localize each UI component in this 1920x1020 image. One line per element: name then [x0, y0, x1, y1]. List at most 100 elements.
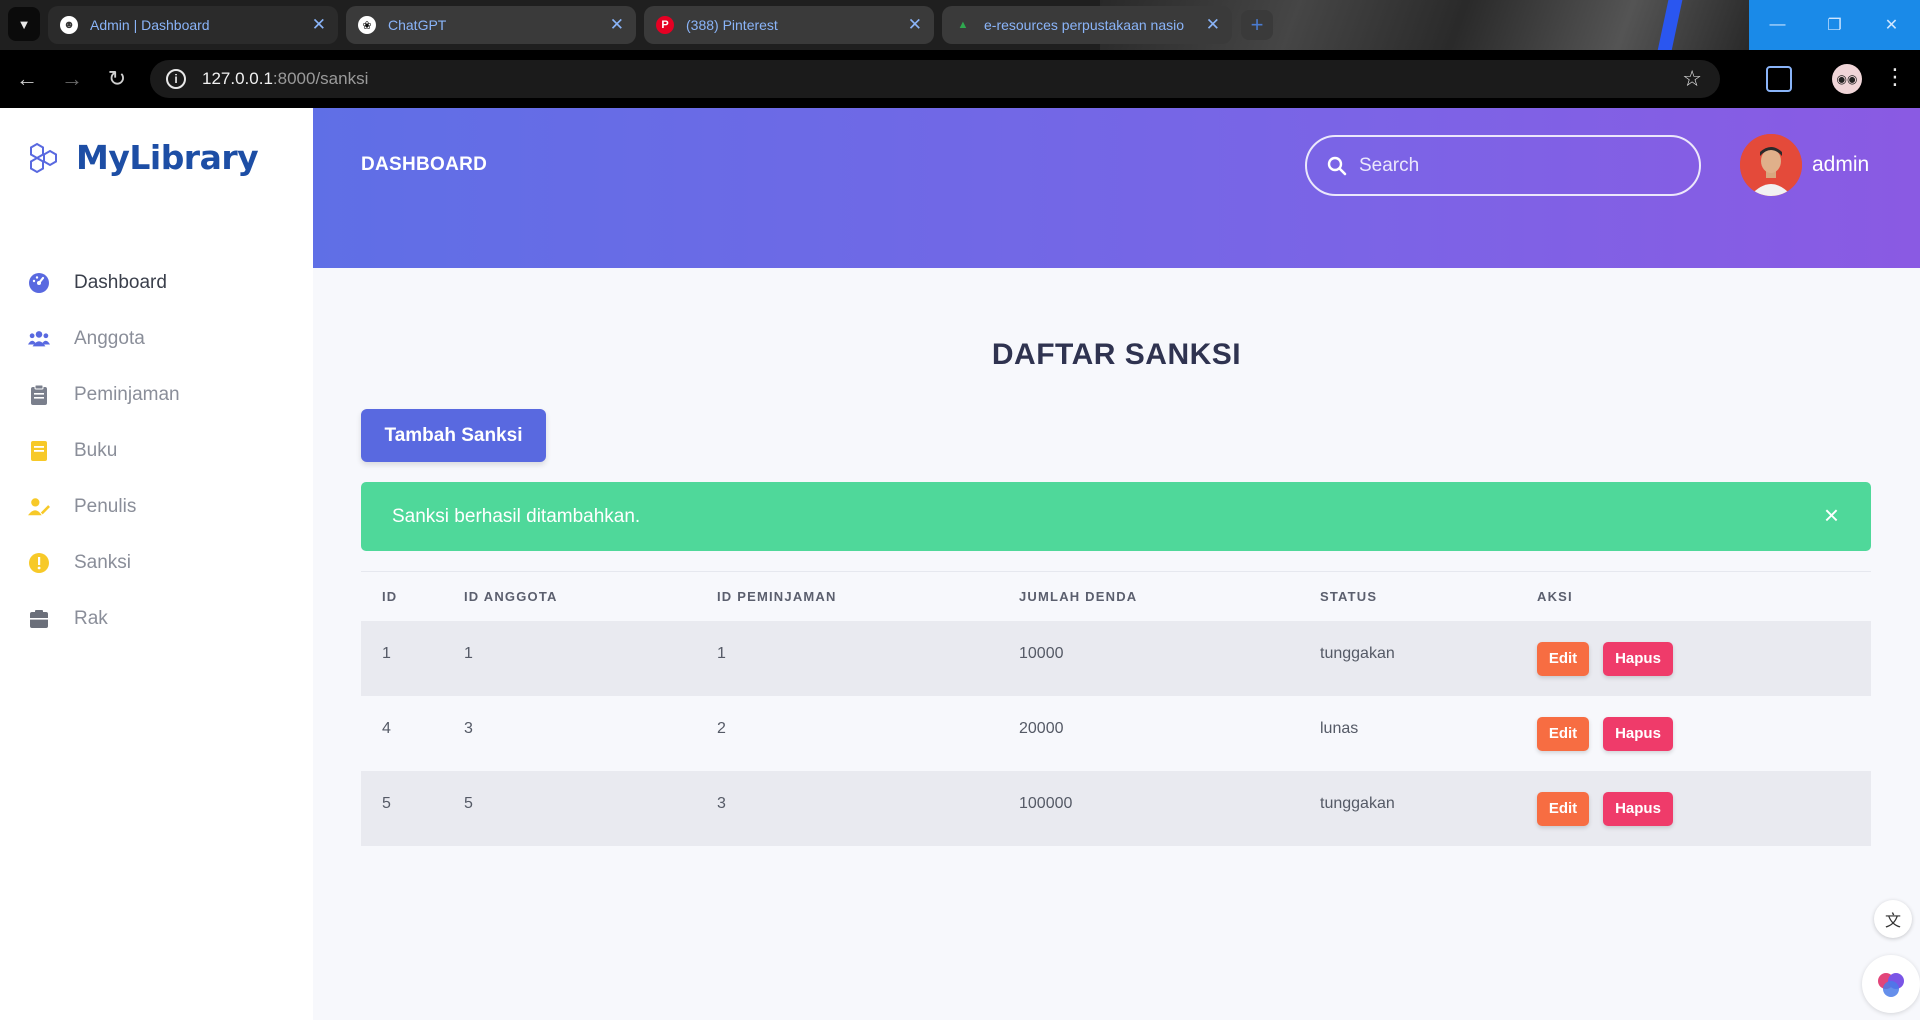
- sidebar-item-label: Sanksi: [74, 552, 132, 573]
- bookmark-star-icon[interactable]: ☆: [1682, 66, 1702, 92]
- warning-icon: [28, 552, 50, 574]
- address-bar[interactable]: i 127.0.0.1:8000/sanksi ☆: [150, 60, 1720, 98]
- search-box[interactable]: [1305, 135, 1701, 196]
- table-row: 4 3 2 20000 lunas Edit Hapus: [361, 696, 1871, 771]
- cell-id: 5: [382, 794, 391, 812]
- cell-status: tunggakan: [1320, 794, 1395, 812]
- delete-button[interactable]: Hapus: [1603, 716, 1673, 751]
- book-icon: [28, 440, 50, 462]
- cell-status: tunggakan: [1320, 644, 1395, 662]
- sidebar-item-rak[interactable]: Rak: [28, 591, 180, 647]
- minimize-button[interactable]: —: [1749, 0, 1806, 50]
- brand-logo[interactable]: MyLibrary: [28, 138, 259, 177]
- sidebar-item-label: Buku: [74, 440, 118, 461]
- search-input[interactable]: [1359, 154, 1659, 177]
- column-header-status: STATUS: [1320, 589, 1378, 604]
- brand-name: MyLibrary: [76, 138, 259, 177]
- username[interactable]: admin: [1812, 153, 1869, 177]
- sidebar-item-penulis[interactable]: Penulis: [28, 479, 180, 535]
- cell-actions: Edit Hapus: [1537, 716, 1871, 751]
- page-title: DAFTAR SANKSI: [991, 338, 1242, 371]
- chatgpt-favicon-icon: ❀: [358, 16, 376, 34]
- sanksi-table: ID ID ANGGOTA ID PEMINJAMAN JUMLAH DENDA…: [361, 571, 1871, 846]
- sidebar-item-buku[interactable]: Buku: [28, 423, 180, 479]
- browser-menu-icon[interactable]: ⋮: [1884, 64, 1906, 90]
- tab-title: (388) Pinterest: [686, 17, 778, 33]
- edit-button[interactable]: Edit: [1537, 791, 1589, 826]
- cell-id-peminjaman: 3: [717, 794, 726, 812]
- back-button[interactable]: ←: [12, 64, 42, 94]
- tab-title: ChatGPT: [388, 17, 447, 33]
- edit-button[interactable]: Edit: [1537, 641, 1589, 676]
- sidebar-item-sanksi[interactable]: Sanksi: [28, 535, 180, 591]
- column-header-aksi: AKSI: [1537, 589, 1573, 604]
- close-icon[interactable]: ✕: [1206, 15, 1220, 35]
- sidebar-item-anggota[interactable]: Anggota: [28, 311, 180, 367]
- tab-chatgpt[interactable]: ❀ ChatGPT ✕: [346, 6, 636, 44]
- delete-button[interactable]: Hapus: [1603, 641, 1673, 676]
- search-icon: [1327, 156, 1347, 175]
- e-resources-favicon-icon: ▲: [957, 19, 969, 31]
- hexagons-logo-icon: [30, 142, 57, 173]
- forward-button[interactable]: →: [57, 64, 87, 94]
- url-host: 127.0.0.1: [202, 69, 273, 88]
- cell-actions: Edit Hapus: [1537, 791, 1871, 826]
- add-sanksi-button[interactable]: Tambah Sanksi: [361, 409, 546, 462]
- main-content: DAFTAR SANKSI Tambah Sanksi Sanksi berha…: [313, 268, 1920, 1020]
- edit-button[interactable]: Edit: [1537, 716, 1589, 751]
- author-icon: [28, 496, 50, 518]
- sidebar-item-label: Penulis: [74, 496, 137, 517]
- sidebar-item-peminjaman[interactable]: Peminjaman: [28, 367, 180, 423]
- dashboard-icon: [28, 272, 50, 294]
- clipboard-icon: [28, 384, 50, 406]
- table-header: ID ID ANGGOTA ID PEMINJAMAN JUMLAH DENDA…: [361, 571, 1871, 621]
- cell-id: 4: [382, 719, 391, 737]
- cell-id-anggota: 5: [464, 794, 473, 812]
- delete-button[interactable]: Hapus: [1603, 791, 1673, 826]
- tab-admin-dashboard[interactable]: ☻ Admin | Dashboard ✕: [48, 6, 338, 44]
- sidebar-nav: Dashboard Anggota Peminjaman Buku Penuli…: [28, 255, 180, 647]
- sidebar-item-label: Rak: [74, 608, 108, 629]
- profile-avatar[interactable]: ◉◉: [1832, 64, 1862, 94]
- close-icon: ✕: [1884, 17, 1899, 34]
- cell-id-peminjaman: 1: [717, 644, 726, 662]
- close-icon[interactable]: ×: [1824, 502, 1839, 528]
- close-icon[interactable]: ✕: [312, 15, 326, 35]
- close-icon[interactable]: ✕: [610, 15, 624, 35]
- restore-button[interactable]: ❐: [1806, 0, 1863, 50]
- cell-id: 1: [382, 644, 391, 662]
- avatar[interactable]: [1740, 134, 1802, 196]
- tab-title: e-resources perpustakaan nasio: [984, 17, 1185, 33]
- sidebar-item-label: Peminjaman: [74, 384, 180, 405]
- close-window-button[interactable]: ✕: [1863, 0, 1920, 50]
- reload-icon: ↻: [107, 66, 127, 91]
- extensions-icon[interactable]: [1766, 66, 1792, 92]
- column-header-id-peminjaman: ID PEMINJAMAN: [717, 589, 837, 604]
- success-alert: Sanksi berhasil ditambahkan. ×: [361, 482, 1871, 551]
- table-row: 5 5 3 100000 tunggakan Edit Hapus: [361, 771, 1871, 846]
- arrow-left-icon: ←: [16, 66, 38, 91]
- cell-jumlah-denda: 10000: [1019, 644, 1064, 662]
- info-icon[interactable]: i: [166, 69, 186, 89]
- tab-title: Admin | Dashboard: [90, 17, 210, 33]
- tab-search-button[interactable]: ▼: [8, 7, 40, 41]
- admin-favicon-icon: ☻: [60, 16, 78, 34]
- ai-assistant-icon[interactable]: [1862, 955, 1920, 1013]
- close-icon[interactable]: ✕: [908, 15, 922, 35]
- column-header-jumlah-denda: JUMLAH DENDA: [1019, 589, 1138, 604]
- users-icon: [28, 328, 50, 350]
- shelf-icon: [28, 608, 50, 630]
- translate-icon[interactable]: 文: [1874, 900, 1912, 938]
- top-header: DASHBOARD admin: [313, 108, 1920, 268]
- restore-icon: ❐: [1827, 17, 1842, 34]
- sidebar-item-dashboard[interactable]: Dashboard: [28, 255, 180, 311]
- new-tab-button[interactable]: +: [1241, 10, 1273, 40]
- tab-e-resources[interactable]: ▲ e-resources perpustakaan nasio ✕: [942, 6, 1232, 44]
- header-title: DASHBOARD: [361, 154, 488, 175]
- pinterest-favicon-icon: P: [656, 16, 674, 34]
- cell-id-anggota: 3: [464, 719, 473, 737]
- minimize-icon: —: [1769, 16, 1786, 33]
- tab-pinterest[interactable]: P (388) Pinterest ✕: [644, 6, 934, 44]
- reload-button[interactable]: ↻: [102, 64, 132, 94]
- sidebar-item-label: Dashboard: [74, 272, 167, 293]
